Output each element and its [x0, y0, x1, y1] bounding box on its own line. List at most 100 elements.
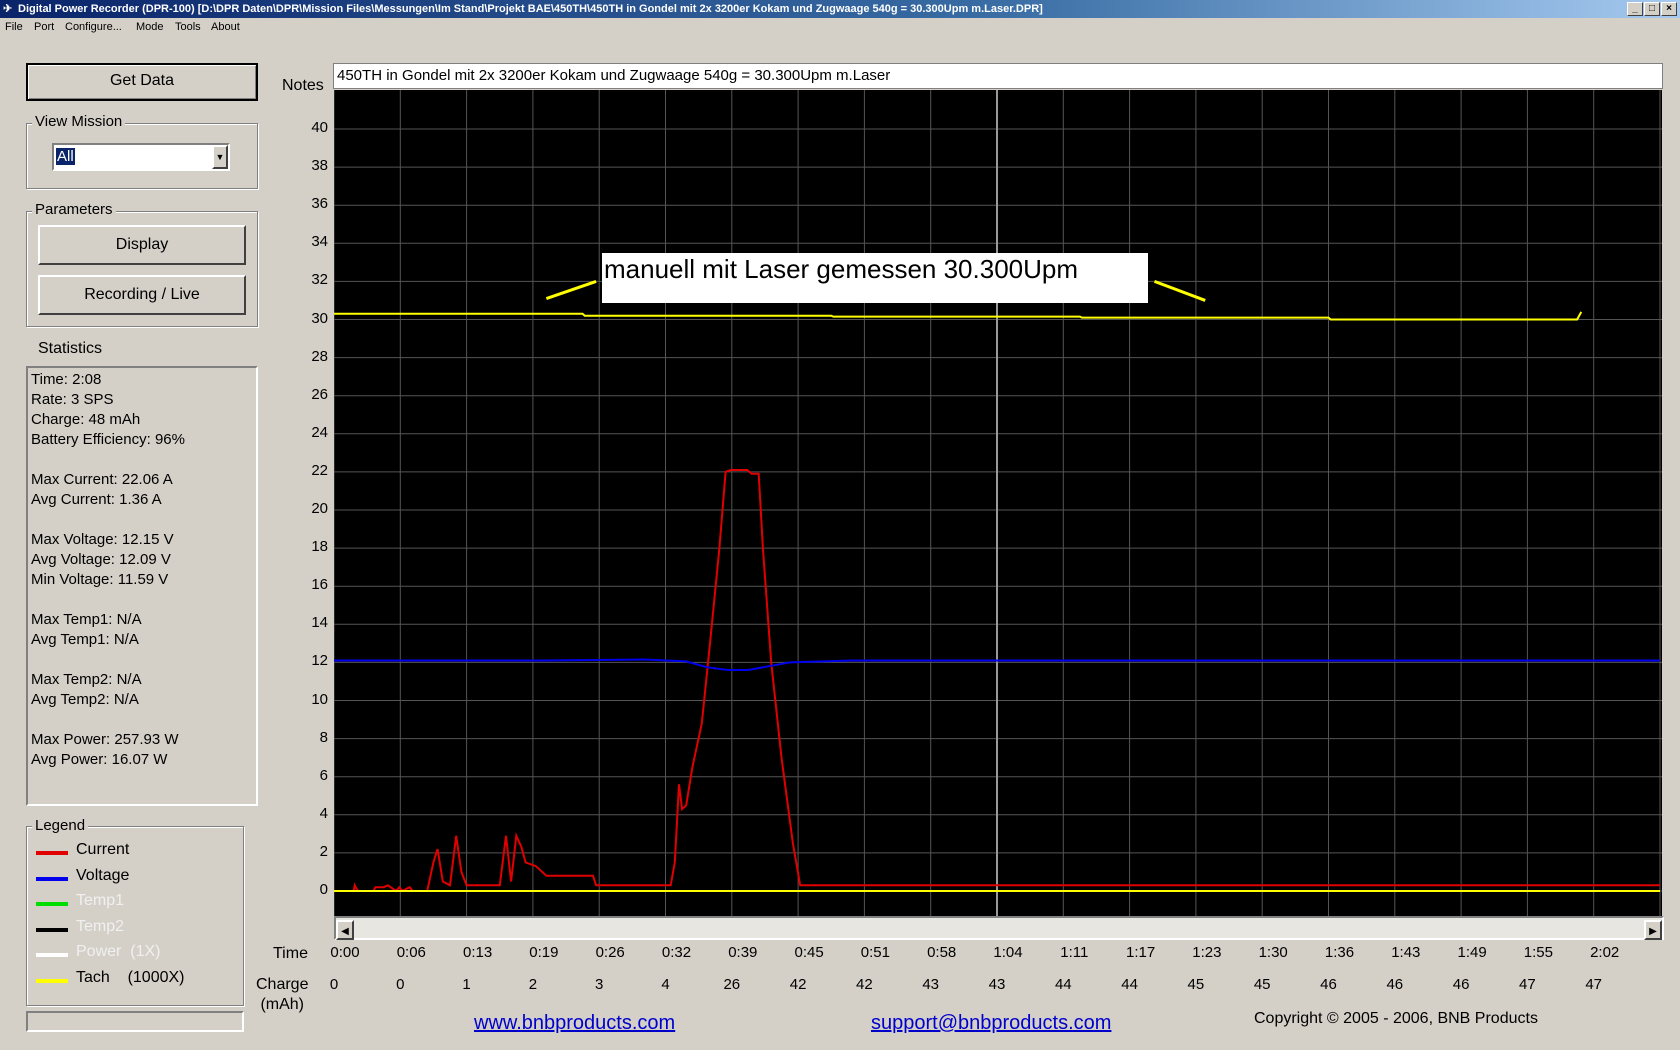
statistic-spacer — [31, 590, 253, 610]
notes-field[interactable]: 450TH in Gondel mit 2x 3200er Kokam und … — [333, 63, 1663, 89]
statistic-spacer — [31, 510, 253, 530]
scroll-left-icon[interactable]: ◀ — [336, 920, 354, 940]
statistic-line: Max Power: 257.93 W — [31, 731, 179, 748]
charge-tick-label: 3 — [595, 976, 604, 993]
time-tick-label: 0:58 — [927, 944, 957, 961]
statistic-line: Max Current: 22.06 A — [31, 471, 173, 488]
chart-annotation: manuell mit Laser gemessen 30.300Upm — [602, 253, 1148, 303]
statistics-panel: Time: 2:08 Rate: 3 SPS Charge: 48 mAh Batte… — [26, 366, 258, 806]
statistic-line: Avg Current: 1.36 A — [31, 491, 162, 508]
support-email-link[interactable]: support@bnbproducts.com — [871, 1012, 1111, 1035]
charge-tick-label: 2 — [528, 976, 538, 993]
time-tick-label: 1:11 — [1060, 944, 1089, 961]
legend-swatch — [36, 927, 68, 932]
y-tick-label: 10 — [311, 690, 328, 708]
maximize-button[interactable]: □ — [1644, 2, 1660, 16]
legend-swatch — [36, 978, 68, 983]
chart-plot-area — [334, 90, 1662, 916]
charge-tick-label: 1 — [462, 976, 471, 993]
time-tick-label: 0:26 — [595, 944, 625, 961]
notes-label: Notes — [282, 77, 324, 94]
legend-label: Temp2 — [76, 917, 125, 935]
legend-label: Legend — [32, 817, 89, 834]
chevron-down-icon[interactable]: ▼ — [212, 145, 228, 169]
charge-tick-label: 46 — [1386, 976, 1404, 993]
charge-tick-label: 46 — [1452, 976, 1470, 993]
y-tick-label: 38 — [311, 157, 328, 175]
time-tick-label: 0:06 — [396, 944, 426, 961]
charge-axis-label: Charge (mAh) — [256, 976, 309, 1013]
statistic-spacer — [31, 710, 253, 730]
statistic-line: Max Voltage: 12.15 V — [31, 531, 174, 548]
view-mission-select[interactable]: All ▼ — [52, 143, 230, 171]
y-tick-label: 34 — [311, 233, 328, 251]
y-tick-label: 32 — [311, 271, 328, 289]
statistic-line: Max Temp2: N/A — [31, 671, 142, 688]
y-tick-label: 26 — [311, 385, 328, 403]
legend-label: Current — [76, 841, 130, 858]
y-tick-label: 12 — [311, 652, 328, 670]
time-tick-label: 1:49 — [1457, 944, 1487, 961]
charge-tick-label: 42 — [789, 976, 807, 993]
minimize-button[interactable]: _ — [1627, 2, 1643, 16]
time-tick-label: 0:32 — [661, 944, 692, 961]
legend-swatch — [36, 953, 68, 957]
charge-tick-label: 47 — [1519, 976, 1536, 993]
website-link[interactable]: www.bnbproducts.com — [474, 1012, 675, 1035]
legend-swatch — [36, 876, 68, 881]
scroll-right-icon[interactable]: ▶ — [1644, 920, 1662, 940]
time-tick-label: 1:30 — [1258, 944, 1288, 961]
charge-tick-label: 44 — [1054, 976, 1072, 993]
statistic-spacer — [31, 450, 253, 470]
charge-tick-label: 45 — [1253, 976, 1271, 993]
annotation-leader-line — [1153, 279, 1206, 302]
y-tick-label: 22 — [311, 461, 328, 479]
statistic-line: Max Temp1: N/A — [31, 611, 142, 628]
display-button[interactable]: Display — [38, 225, 246, 265]
title-bar: ✈ Digital Power Recorder (DPR-100) [D:\D… — [0, 0, 1680, 18]
menu-configure[interactable]: Configure... — [65, 21, 122, 33]
menu-tools[interactable]: Tools — [175, 21, 201, 33]
y-tick-label: 20 — [311, 500, 328, 517]
time-tick-label: 0:00 — [330, 944, 360, 961]
charge-tick-label: 43 — [988, 976, 1006, 993]
legend-label: Tach (1000X) — [76, 968, 185, 986]
statistic-line: Rate: 3 SPS — [31, 391, 114, 408]
time-axis-label: Time — [273, 945, 308, 962]
time-tick-label: 1:04 — [993, 944, 1023, 961]
charge-tick-label: 43 — [922, 976, 940, 993]
y-tick-label: 40 — [311, 119, 328, 136]
copyright-text: Copyright © 2005 - 2006, BNB Products — [1254, 1010, 1538, 1027]
y-tick-label: 24 — [311, 423, 328, 441]
statistics-label: Statistics — [38, 340, 103, 357]
time-tick-label: 1:36 — [1324, 944, 1355, 961]
view-mission-label: View Mission — [32, 113, 126, 130]
menu-port[interactable]: Port — [34, 21, 54, 33]
y-tick-label: 4 — [319, 804, 328, 822]
time-scrollbar[interactable]: ◀ ▶ — [334, 916, 1664, 940]
charge-tick-label: 0 — [329, 976, 339, 993]
app-icon: ✈ — [3, 3, 13, 15]
y-tick-label: 16 — [311, 576, 328, 594]
recording-live-button[interactable]: Recording / Live — [38, 275, 246, 315]
time-tick-label: 0:51 — [860, 944, 890, 961]
statistic-line: Battery Efficiency: 96% — [31, 431, 185, 448]
menu-file[interactable]: File — [5, 21, 23, 33]
annotation-leader-line — [545, 279, 597, 300]
get-data-button[interactable]: Get Data — [26, 63, 258, 101]
chart-svg — [334, 90, 1662, 916]
time-tick-label: 2:02 — [1590, 944, 1620, 961]
time-tick-label: 1:23 — [1192, 944, 1222, 961]
legend-label: Voltage — [76, 866, 130, 884]
close-button[interactable]: × — [1661, 2, 1677, 16]
status-field — [26, 1011, 244, 1032]
charge-tick-label: 26 — [723, 976, 741, 993]
charge-tick-label: 47 — [1585, 976, 1603, 993]
y-tick-label: 14 — [311, 614, 328, 632]
menu-mode[interactable]: Mode — [136, 21, 164, 33]
time-tick-label: 0:13 — [462, 944, 493, 961]
charge-tick-label: 46 — [1320, 976, 1337, 993]
series-line-tach — [334, 311, 1583, 321]
menu-about[interactable]: About — [211, 21, 240, 33]
time-tick-label: 1:43 — [1391, 944, 1421, 961]
